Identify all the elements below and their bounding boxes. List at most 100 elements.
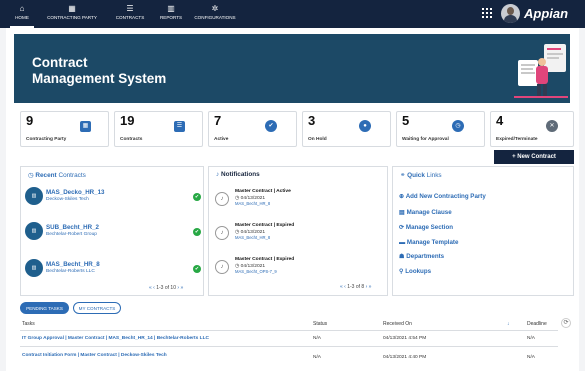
document-icon: ▤ — [399, 209, 405, 216]
building-icon: ▥ — [25, 222, 43, 240]
recent-contracts-panel: ◷ Recent Contracts ▥ MAS_Decko_HR_13 Dec… — [20, 166, 204, 296]
stat-label: On Hold — [308, 137, 327, 142]
stat-card-contracts[interactable]: 19 ☰ Contracts — [114, 111, 203, 147]
company-name: Bechtelar-Robert Group — [46, 232, 97, 237]
nav-contracts[interactable]: ☰ CONTRACTS — [110, 3, 150, 20]
stat-label: Contracting Party — [26, 137, 67, 142]
notification-item[interactable]: ♪ Master Contract | Active ◷ 04/13/2021 … — [215, 189, 385, 215]
stat-card-on-hold[interactable]: 3 ● On Hold — [302, 111, 391, 147]
users-icon: ☗ — [399, 253, 405, 260]
quick-link-add-contracting-party[interactable]: ⊕ Add New Contracting Party — [399, 193, 486, 200]
bar-chart-icon: ▥ — [167, 4, 175, 13]
folder-icon: ▬ — [399, 239, 406, 246]
task-status: N/A — [313, 336, 321, 341]
times-circle-icon: ✕ — [546, 120, 558, 132]
refresh-icon[interactable]: ⟳ — [561, 318, 571, 328]
divider — [20, 346, 558, 347]
page-title: Contract Management System — [32, 55, 167, 86]
last-page-icon[interactable]: » — [180, 285, 183, 291]
quick-link-manage-section[interactable]: ⟳ Manage Section — [399, 224, 453, 231]
new-contract-button[interactable]: + New Contract — [494, 150, 574, 164]
last-page-icon[interactable]: » — [369, 284, 372, 290]
appian-logo: Appian — [524, 6, 569, 21]
nav-home[interactable]: ⌂ HOME — [10, 3, 34, 28]
grid-icon: ▦ — [80, 121, 91, 132]
nav-reports[interactable]: ▥ REPORTS — [153, 3, 189, 20]
nav-configurations[interactable]: ✲ CONFIGURATIONS — [190, 3, 240, 20]
check-circle-icon: ✔ — [265, 120, 277, 132]
task-link[interactable]: IT Group Approval | Master Contract | MA… — [22, 336, 209, 341]
task-link[interactable]: Contract Initiation Form | Master Contra… — [22, 353, 167, 358]
user-avatar[interactable] — [501, 4, 520, 23]
contract-name[interactable]: MAS_Becht_HR_8 — [46, 261, 100, 268]
task-received: 04/13/2021 4:54 PM — [383, 336, 427, 341]
notification-code[interactable]: MAS_Becht_HR_8 — [235, 201, 270, 206]
notification-code[interactable]: MAS_Becht_OPS-7_9 — [235, 269, 277, 274]
quick-links-panel: ⚭ Quick Links ⊕ Add New Contracting Part… — [392, 166, 574, 296]
notifications-title: ♪ Notifications — [216, 171, 260, 178]
task-deadline: N/A — [527, 336, 535, 341]
stat-label: Contracts — [120, 137, 143, 142]
bell-icon: ♪ — [215, 226, 229, 240]
quick-link-manage-clause[interactable]: ▤ Manage Clause — [399, 209, 452, 216]
notifications-pager: « ‹ 1-3 of 8 › » — [340, 284, 371, 290]
gear-icon: ✲ — [211, 4, 219, 13]
stat-card-active[interactable]: 7 ✔ Active — [208, 111, 297, 147]
first-page-icon[interactable]: « — [149, 285, 152, 291]
task-status: N/A — [313, 355, 321, 360]
list-item[interactable]: ▥ MAS_Decko_HR_13 Deckow-Skiles Tech ✔ — [25, 187, 201, 214]
list-icon: ☰ — [126, 4, 134, 13]
list-item[interactable]: ▥ MAS_Becht_HR_8 Bechtelar-Roberts LLC ✔ — [25, 259, 201, 286]
stat-value: 7 — [214, 113, 222, 128]
next-page-icon[interactable]: › — [177, 285, 179, 291]
refresh-icon: ⟳ — [399, 224, 405, 231]
recent-contracts-title: ◷ Recent Contracts — [28, 172, 86, 179]
tab-my-contracts[interactable]: MY CONTRACTS — [73, 302, 121, 314]
search-icon: ⚲ — [399, 268, 404, 275]
bell-icon: ♪ — [215, 192, 229, 206]
stat-card-expired[interactable]: 4 ✕ Expired/Terminate — [490, 111, 574, 147]
plus-circle-icon: ⊕ — [399, 193, 405, 200]
stat-card-waiting-approval[interactable]: 5 ◷ Waiting for Approval — [396, 111, 485, 147]
stat-label: Active — [214, 137, 229, 142]
stat-value: 19 — [120, 113, 135, 128]
stat-card-contracting-party[interactable]: 9 ▦ Contracting Party — [20, 111, 109, 147]
task-deadline: N/A — [527, 355, 535, 360]
building-icon: ▥ — [25, 187, 43, 205]
prev-page-icon[interactable]: ‹ — [153, 285, 155, 291]
company-name: Deckow-Skiles Tech — [46, 197, 89, 202]
stat-value: 9 — [26, 113, 34, 128]
stat-value: 3 — [308, 113, 316, 128]
nav-home-label: HOME — [15, 15, 29, 20]
company-name: Bechtelar-Roberts LLC — [46, 269, 95, 274]
quick-links-title: ⚭ Quick Links — [400, 172, 442, 179]
notification-code[interactable]: MAS_Becht_HR_8 — [235, 235, 270, 240]
quick-link-manage-template[interactable]: ▬ Manage Template — [399, 239, 458, 246]
stat-value: 4 — [496, 113, 504, 128]
sort-icon[interactable]: ↓ — [507, 321, 510, 327]
check-circle-icon: ✔ — [193, 228, 201, 236]
prev-page-icon[interactable]: ‹ — [344, 284, 346, 290]
check-circle-icon: ✔ — [193, 193, 201, 201]
app-grid-icon[interactable] — [482, 8, 492, 18]
task-received: 04/13/2021 4:40 PM — [383, 355, 427, 360]
nav-contracting-party[interactable]: ▦ CONTRACTING PARTY — [36, 3, 108, 20]
notification-item[interactable]: ♪ Master Contract | Expired ◷ 04/13/2021… — [215, 223, 385, 249]
quick-link-lookups[interactable]: ⚲ Lookups — [399, 268, 431, 275]
quick-link-departments[interactable]: ☗ Departments — [399, 253, 444, 260]
notification-title: Master Contract | Expired — [235, 257, 295, 262]
first-page-icon[interactable]: « — [340, 284, 343, 290]
stat-label: Waiting for Approval — [402, 137, 449, 142]
stat-value: 5 — [402, 113, 410, 128]
contract-name[interactable]: MAS_Decko_HR_13 — [46, 189, 104, 196]
notification-item[interactable]: ♪ Master Contract | Expired ◷ 04/13/2021… — [215, 257, 385, 283]
nav-contracts-label: CONTRACTS — [115, 15, 145, 20]
building-icon: ▥ — [25, 259, 43, 277]
contract-name[interactable]: SUB_Becht_HR_2 — [46, 224, 99, 231]
notifications-panel: ♪ Notifications ♪ Master Contract | Acti… — [208, 166, 388, 296]
stat-label: Expired/Terminate — [496, 137, 538, 142]
house-icon: ⌂ — [19, 4, 25, 13]
list-item[interactable]: ▥ SUB_Becht_HR_2 Bechtelar-Robert Group … — [25, 222, 201, 249]
next-page-icon[interactable]: › — [366, 284, 368, 290]
tab-pending-tasks[interactable]: PENDING TASKS — [20, 302, 69, 314]
